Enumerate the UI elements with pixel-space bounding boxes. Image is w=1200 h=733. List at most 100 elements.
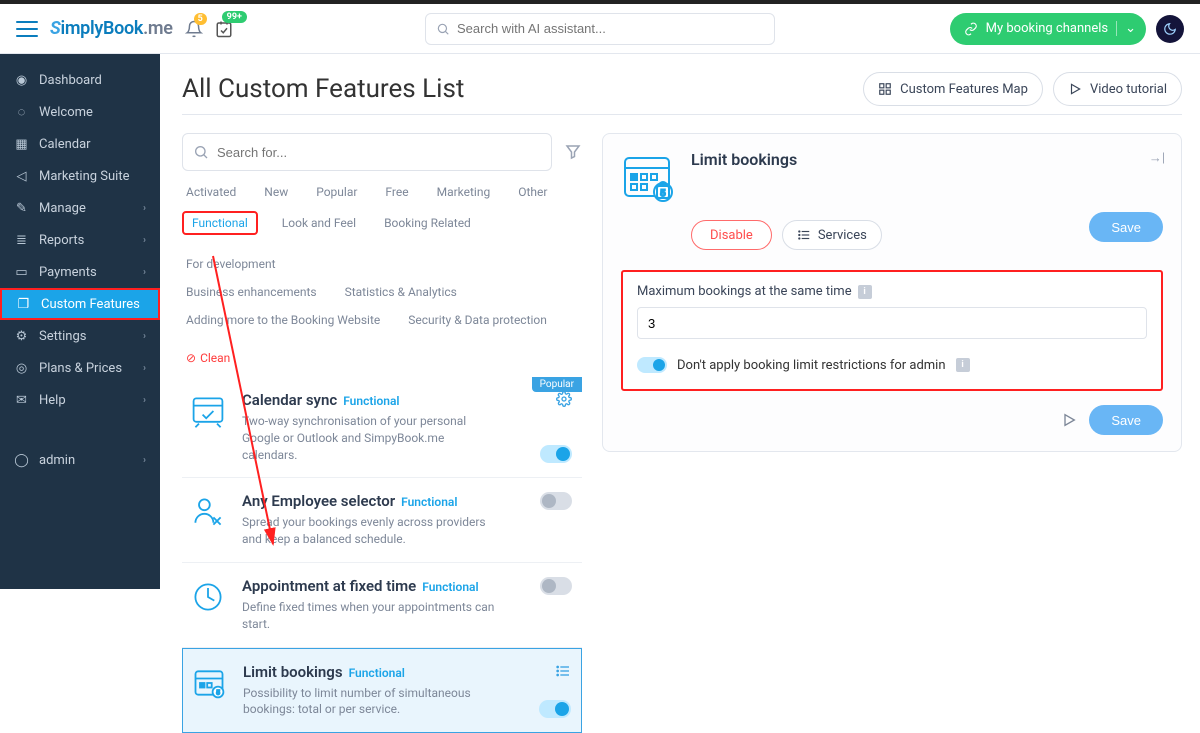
menu-toggle[interactable] bbox=[16, 21, 38, 37]
filter-pill-activated[interactable]: Activated bbox=[182, 183, 240, 201]
list-icon[interactable] bbox=[555, 663, 571, 679]
filter-pill-booking-related[interactable]: Booking Related bbox=[380, 214, 475, 232]
filter-pill-business-enhancements[interactable]: Business enhancements bbox=[182, 283, 321, 301]
feature-desc: Two-way synchronisation of your personal… bbox=[242, 413, 502, 463]
feature-desc: Spread your bookings evenly across provi… bbox=[242, 514, 502, 548]
settings-highlighted: Maximum bookings at the same time i Don'… bbox=[621, 270, 1163, 391]
sidebar-item-admin[interactable]: ◯admin› bbox=[0, 444, 160, 476]
sidebar-item-welcome[interactable]: ◌Welcome bbox=[0, 96, 160, 128]
global-search[interactable] bbox=[425, 13, 775, 45]
svg-text:5: 5 bbox=[216, 688, 220, 696]
bell-icon[interactable]: 5 bbox=[185, 20, 203, 38]
card-icon: ▭ bbox=[14, 265, 29, 280]
chevron-right-icon: › bbox=[143, 331, 146, 342]
search-icon bbox=[193, 144, 209, 160]
play-icon[interactable] bbox=[1061, 412, 1077, 428]
feature-tag: Functional bbox=[422, 580, 478, 594]
filter-pill-adding-more-to-the-booking-website[interactable]: Adding more to the Booking Website bbox=[182, 311, 384, 329]
chevron-down-icon: ⌄ bbox=[1116, 21, 1136, 36]
video-tutorial-button[interactable]: Video tutorial bbox=[1053, 72, 1182, 106]
save-button-top[interactable]: Save bbox=[1089, 212, 1163, 242]
chevron-right-icon: › bbox=[143, 395, 146, 406]
disable-button[interactable]: Disable bbox=[691, 220, 772, 250]
search-icon bbox=[436, 22, 450, 36]
feature-tag: Functional bbox=[401, 495, 457, 509]
tasks-icon[interactable]: 99+ bbox=[215, 20, 233, 38]
feature-search[interactable] bbox=[182, 133, 552, 171]
feature-toggle[interactable] bbox=[540, 492, 572, 510]
notif-badge: 5 bbox=[194, 13, 207, 25]
feature-toggle[interactable] bbox=[540, 445, 572, 463]
feature-title: Appointment at fixed time bbox=[242, 577, 416, 595]
feature-card-limit-bookings[interactable]: 5Limit bookingsFunctionalPossibility to … bbox=[182, 648, 582, 733]
svg-text:5: 5 bbox=[660, 188, 665, 198]
bulb-icon: ◌ bbox=[14, 104, 29, 120]
topbar: SSimplyBook.meimplyBook.me 5 99+ My book… bbox=[0, 4, 1200, 54]
filter-pill-statistics-analytics[interactable]: Statistics & Analytics bbox=[341, 283, 461, 301]
filter-icon[interactable] bbox=[564, 143, 582, 161]
sidebar-item-settings[interactable]: ⚙Settings› bbox=[0, 320, 160, 352]
popular-badge: Popular bbox=[532, 377, 582, 392]
booking-channels-button[interactable]: My booking channels ⌄ bbox=[950, 13, 1146, 45]
feature-tag: Functional bbox=[343, 394, 399, 408]
filter-pill-marketing[interactable]: Marketing bbox=[433, 183, 495, 201]
sidebar-item-help[interactable]: ✉Help› bbox=[0, 384, 160, 416]
feature-icon bbox=[188, 577, 228, 617]
filter-pill-new[interactable]: New bbox=[260, 183, 292, 201]
tasks-badge: 99+ bbox=[222, 11, 247, 23]
feature-toggle[interactable] bbox=[540, 577, 572, 595]
gauge-icon: ◉ bbox=[14, 73, 29, 88]
filter-pill-functional[interactable]: Functional bbox=[182, 211, 258, 235]
cal-icon: ▦ bbox=[14, 137, 29, 152]
collapse-icon[interactable]: →| bbox=[1149, 150, 1165, 166]
sidebar-item-plans-prices[interactable]: ◎Plans & Prices› bbox=[0, 352, 160, 384]
sidebar-item-marketing-suite[interactable]: ◁Marketing Suite bbox=[0, 160, 160, 192]
filter-pill-look-and-feel[interactable]: Look and Feel bbox=[278, 214, 360, 232]
max-bookings-input[interactable] bbox=[637, 307, 1147, 339]
global-search-input[interactable] bbox=[457, 21, 764, 36]
feature-detail-panel: →| bbox=[602, 133, 1182, 452]
chat-icon: ✉ bbox=[14, 393, 29, 408]
filter-clean[interactable]: Clean bbox=[182, 349, 234, 367]
features-map-button[interactable]: Custom Features Map bbox=[863, 72, 1043, 106]
filter-pill-other[interactable]: Other bbox=[514, 183, 551, 201]
save-button-bottom[interactable]: Save bbox=[1089, 405, 1163, 435]
sidebar-item-manage[interactable]: ✎Manage› bbox=[0, 192, 160, 224]
feature-title: Any Employee selector bbox=[242, 492, 395, 510]
feature-card-appointment-at-fixed-time[interactable]: Appointment at fixed time Functional Defin… bbox=[182, 563, 582, 648]
user-icon: ◯ bbox=[14, 453, 29, 468]
feature-desc: Define fixed times when your appointment… bbox=[242, 599, 502, 633]
dark-mode-toggle[interactable] bbox=[1156, 15, 1184, 43]
filter-pill-for-development[interactable]: For development bbox=[182, 255, 280, 273]
feature-toggle[interactable] bbox=[539, 700, 571, 718]
info-icon[interactable]: i bbox=[956, 358, 970, 372]
coin-icon: ◎ bbox=[14, 361, 29, 376]
sidebar-item-payments[interactable]: ▭Payments› bbox=[0, 256, 160, 288]
pencil-icon: ✎ bbox=[14, 201, 29, 216]
feature-search-input[interactable] bbox=[217, 145, 541, 160]
feature-card-calendar-sync[interactable]: Popular Calendar sync Functional Two-way sy… bbox=[182, 377, 582, 478]
chevron-right-icon: › bbox=[143, 363, 146, 374]
filter-pill-security-data-protection[interactable]: Security & Data protection bbox=[404, 311, 551, 329]
sidebar-item-calendar[interactable]: ▦Calendar bbox=[0, 128, 160, 160]
limit-bookings-icon: 5 bbox=[621, 150, 675, 204]
sidebar-item-dashboard[interactable]: ◉Dashboard bbox=[0, 64, 160, 96]
filter-pill-free[interactable]: Free bbox=[381, 183, 412, 201]
feature-title: Calendar sync bbox=[242, 391, 337, 409]
max-bookings-label: Maximum bookings at the same time i bbox=[637, 284, 1147, 299]
sidebar-item-reports[interactable]: ≣Reports› bbox=[0, 224, 160, 256]
feature-card-any-employee-selector[interactable]: Any Employee selector Functional Spread yo… bbox=[182, 478, 582, 563]
feature-desc: Possibility to limit number of simultane… bbox=[243, 685, 503, 719]
chevron-right-icon: › bbox=[143, 267, 146, 278]
feature-icon bbox=[188, 492, 228, 532]
mega-icon: ◁ bbox=[14, 169, 29, 184]
info-icon[interactable]: i bbox=[858, 285, 872, 299]
admin-exempt-toggle[interactable] bbox=[637, 357, 667, 373]
logo[interactable]: SSimplyBook.meimplyBook.me bbox=[50, 18, 173, 39]
filter-pill-popular[interactable]: Popular bbox=[312, 183, 361, 201]
feature-icon bbox=[188, 391, 228, 431]
sidebar-item-custom-features[interactable]: ❐Custom Features bbox=[0, 288, 160, 320]
services-button[interactable]: Services bbox=[782, 220, 882, 250]
gift-icon: ❐ bbox=[16, 297, 31, 312]
gear-icon[interactable] bbox=[556, 391, 572, 407]
